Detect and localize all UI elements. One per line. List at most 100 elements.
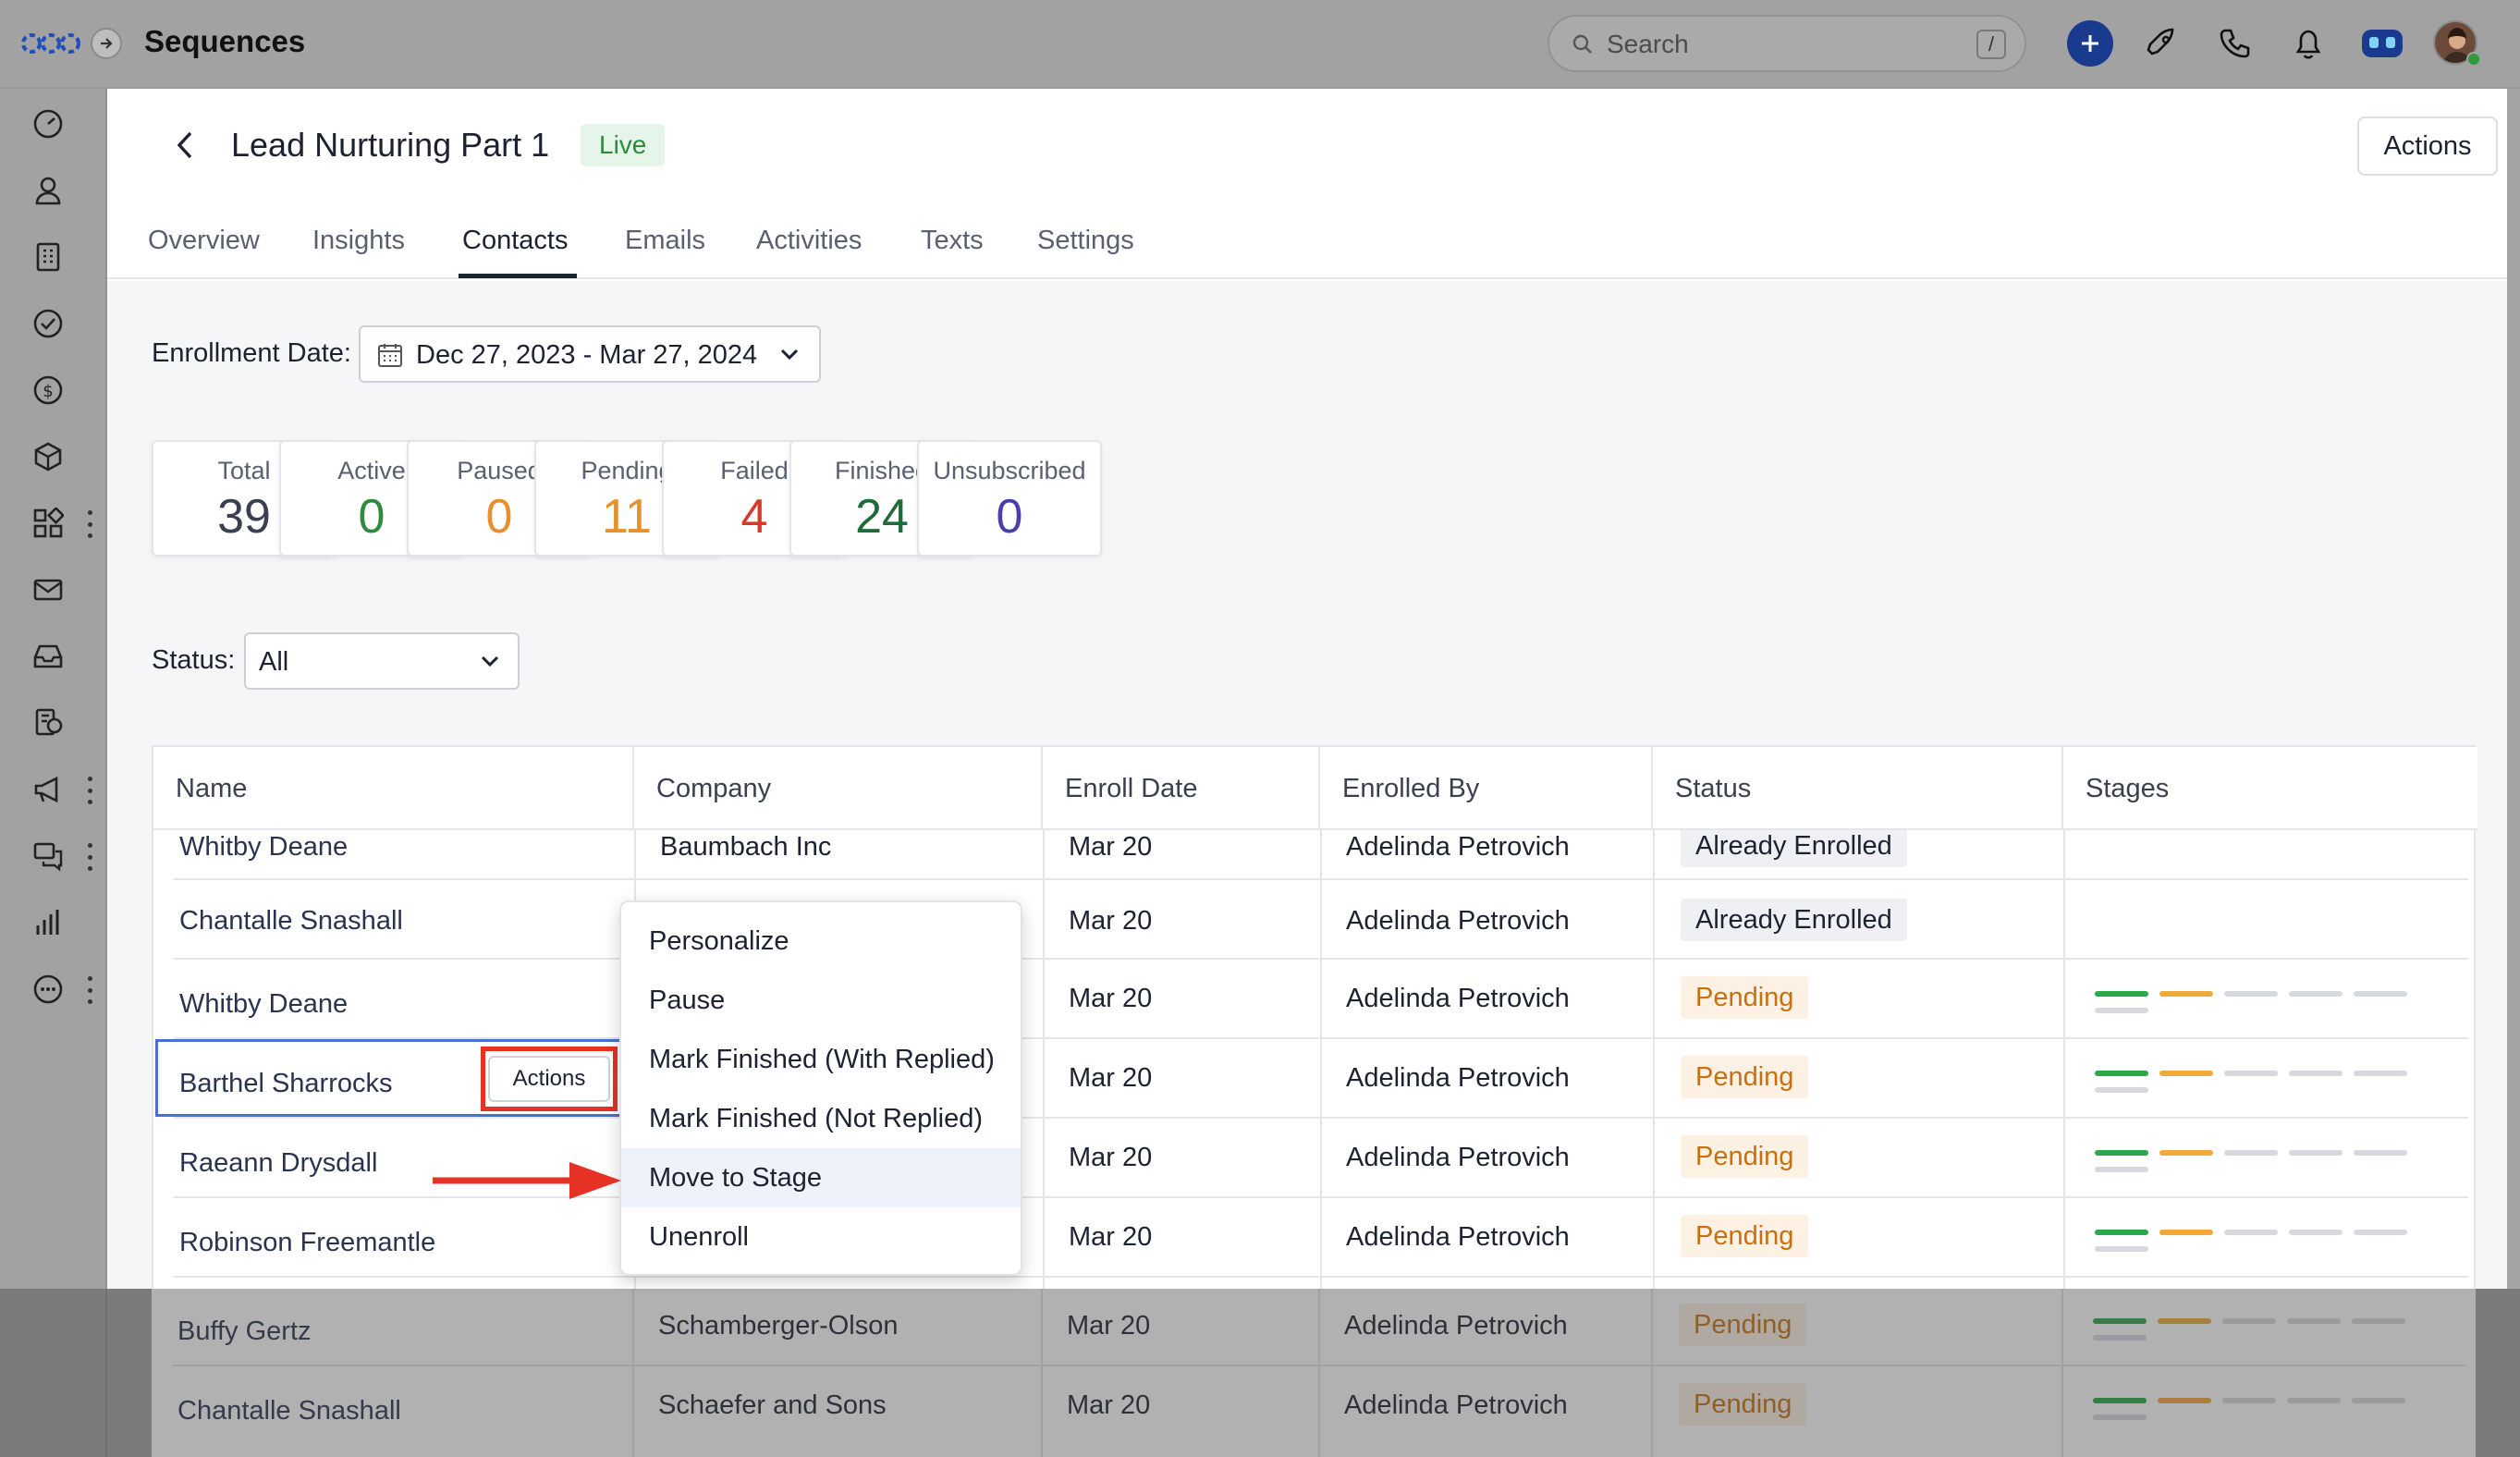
chevron-left-icon (177, 131, 192, 159)
megaphone-icon[interactable] (28, 769, 68, 810)
tab-emails[interactable]: Emails (625, 226, 705, 256)
more-menu-icon[interactable] (85, 976, 94, 1004)
enroll-date: Mar 20 (1069, 1143, 1153, 1172)
dashboard-icon[interactable] (28, 104, 68, 144)
status-filter-select[interactable]: All (244, 632, 520, 690)
menu-item-personalize[interactable]: Personalize (621, 912, 1021, 971)
inbox-icon[interactable] (28, 636, 68, 677)
enroll-date: Mar 20 (1069, 1222, 1153, 1252)
companies-icon[interactable] (28, 237, 68, 277)
bell-icon[interactable] (2283, 18, 2333, 68)
plus-icon (2067, 20, 2113, 67)
menu-item-mark-finished-replied[interactable]: Mark Finished (With Replied) (621, 1030, 1021, 1089)
active-tab-indicator (459, 274, 577, 278)
tab-activities[interactable]: Activities (756, 226, 862, 256)
enrollment-date-label: Enrollment Date: (152, 338, 351, 368)
menu-item-unenroll[interactable]: Unenroll (621, 1207, 1021, 1267)
enroll-date: Mar 20 (1069, 1063, 1153, 1093)
stage-progress (2095, 1071, 2428, 1093)
create-button[interactable] (2065, 18, 2115, 68)
tab-insights[interactable]: Insights (312, 226, 405, 256)
search-input[interactable]: Search (1607, 30, 1689, 59)
chat-more-icon[interactable] (85, 843, 94, 871)
rocket-icon[interactable] (2137, 18, 2187, 68)
stat-unsubscribed[interactable]: Unsubscribed 0 (917, 440, 1102, 557)
reports-icon[interactable] (28, 902, 68, 943)
apps-more-icon[interactable] (85, 510, 94, 538)
products-icon[interactable] (28, 436, 68, 477)
sequence-actions-button[interactable]: Actions (2357, 116, 2498, 176)
tab-texts[interactable]: Texts (921, 226, 984, 256)
stage-progress (2095, 991, 2428, 1013)
online-status-dot (2466, 52, 2481, 67)
tab-settings[interactable]: Settings (1037, 226, 1134, 256)
status-filter-value: All (259, 647, 289, 677)
sequences-icon[interactable] (28, 703, 68, 743)
menu-item-move-to-stage[interactable]: Move to Stage (621, 1148, 1021, 1207)
chat-icon[interactable] (28, 836, 68, 876)
enrolled-by: Adelinda Petrovich (1346, 984, 1570, 1013)
company-name[interactable]: Baumbach Inc (660, 832, 831, 863)
side-nav: $ (0, 89, 107, 1457)
marketing-more-icon[interactable] (85, 777, 94, 804)
search-box[interactable]: Search / (1547, 15, 2026, 72)
apps-icon[interactable] (28, 503, 68, 544)
annotation-arrow-icon (433, 1162, 621, 1199)
enrollment-date-picker[interactable]: Dec 27, 2023 - Mar 27, 2024 (359, 325, 821, 383)
column-header-stages[interactable]: Stages (2063, 747, 2474, 830)
enrolled-by: Adelinda Petrovich (1346, 906, 1570, 936)
enroll-date: Mar 20 (1069, 984, 1153, 1013)
menu-item-mark-finished-not-replied[interactable]: Mark Finished (Not Replied) (621, 1089, 1021, 1148)
calendar-icon (378, 344, 402, 367)
table-row-selected[interactable]: Barthel Sharrocks Actions Mar 20 Adelind… (153, 1039, 2477, 1119)
search-shortcut-key: / (1976, 30, 2006, 59)
app-logo-icon[interactable] (20, 28, 81, 59)
app-title: Sequences (144, 24, 306, 58)
status-badge: Pending (1681, 1056, 1809, 1098)
enrolled-by: Adelinda Petrovich (1346, 1143, 1570, 1172)
search-icon (1572, 34, 1592, 54)
arrow-right-icon (101, 38, 113, 49)
enrollment-date-value: Dec 27, 2023 - Mar 27, 2024 (416, 340, 758, 370)
contacts-icon[interactable] (28, 170, 68, 211)
modal-backdrop (0, 1289, 2520, 1457)
column-header-enroll-date[interactable]: Enroll Date (1043, 747, 1320, 830)
contact-name[interactable]: Barthel Sharrocks (179, 1069, 393, 1099)
tab-contacts[interactable]: Contacts (462, 226, 568, 256)
page-title: Lead Nurturing Part 1 (231, 126, 550, 164)
status-badge: Pending (1681, 1215, 1809, 1257)
enroll-date: Mar 20 (1069, 906, 1153, 936)
enrolled-by: Adelinda Petrovich (1346, 832, 1570, 862)
table-row[interactable]: Robinson Freemantle Mar 20 Adelinda Petr… (153, 1198, 2477, 1278)
tab-overview[interactable]: Overview (148, 226, 260, 256)
assistant-icon[interactable] (2357, 18, 2407, 68)
back-button[interactable] (172, 128, 200, 167)
more-options-icon[interactable] (28, 969, 68, 1010)
tasks-icon[interactable] (28, 303, 68, 344)
status-badge: Already Enrolled (1681, 899, 1907, 941)
tab-bar: Overview Insights Contacts Emails Activi… (107, 209, 2507, 279)
contact-name[interactable]: Whitby Deane (179, 989, 348, 1020)
contact-name[interactable]: Raeann Drysdall (179, 1148, 377, 1179)
menu-item-pause[interactable]: Pause (621, 971, 1021, 1030)
row-actions-menu: Personalize Pause Mark Finished (With Re… (619, 900, 1022, 1276)
stat-label: Unsubscribed (933, 457, 1086, 484)
expand-nav-button[interactable] (91, 28, 122, 59)
contact-name[interactable]: Chantalle Snashall (179, 906, 403, 937)
deals-icon[interactable]: $ (28, 370, 68, 410)
column-header-name[interactable]: Name (153, 747, 634, 830)
status-filter-label: Status: (152, 645, 236, 675)
column-header-enrolled-by[interactable]: Enrolled By (1320, 747, 1653, 830)
phone-icon[interactable] (2209, 18, 2259, 68)
contact-name[interactable]: Robinson Freemantle (179, 1228, 435, 1258)
status-badge: Pending (1681, 976, 1809, 1019)
chevron-down-icon (780, 349, 799, 361)
contact-name[interactable]: Whitby Deane (179, 832, 348, 863)
column-header-company[interactable]: Company (634, 747, 1043, 830)
table-row[interactable]: Chantalle Snashall Mar 20 Adelinda Petro… (153, 880, 2477, 960)
mail-icon[interactable] (28, 569, 68, 610)
stage-progress (2095, 1150, 2428, 1172)
column-header-status[interactable]: Status (1653, 747, 2063, 830)
table-row[interactable]: Whitby Deane Mar 20 Adelinda Petrovich P… (153, 960, 2477, 1039)
svg-text:$: $ (43, 382, 53, 401)
